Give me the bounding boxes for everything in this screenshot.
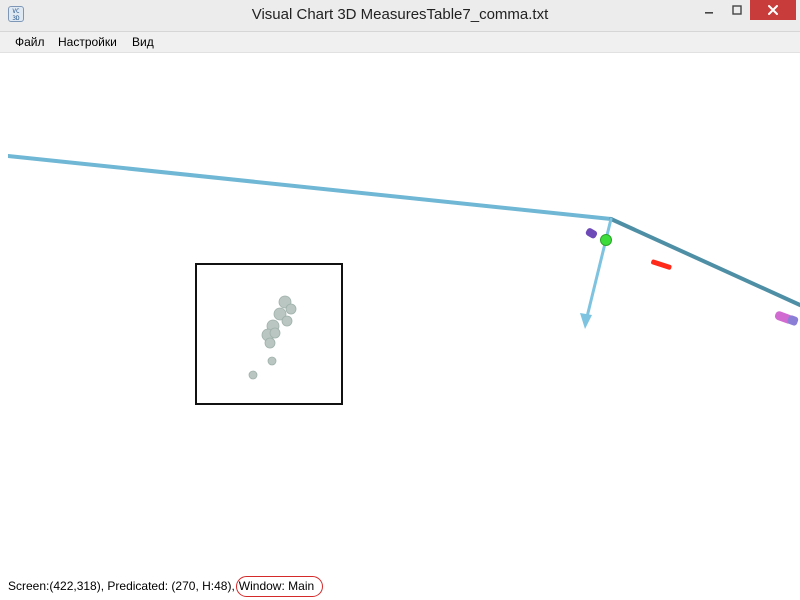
minimize-icon bbox=[705, 12, 713, 14]
status-text: Screen:(422,318), Predicated: (270, H:48… bbox=[8, 576, 324, 597]
status-window-badge: Window: Main bbox=[235, 576, 324, 597]
window-title: Visual Chart 3D MeasuresTable7_comma.txt bbox=[251, 6, 549, 23]
scene-svg bbox=[8, 154, 800, 329]
menu-settings[interactable]: Настройки bbox=[58, 35, 117, 49]
axis-line-x bbox=[8, 154, 613, 221]
main-window: VC 3D Visual Chart 3D MeasuresTable7_comm… bbox=[0, 0, 800, 600]
purple-marker bbox=[585, 228, 598, 239]
green-marker bbox=[600, 234, 612, 246]
title-bar[interactable]: VC 3D Visual Chart 3D MeasuresTable7_comm… bbox=[0, 0, 800, 32]
maximize-button[interactable] bbox=[724, 0, 750, 20]
menu-bar: Файл Настройки Вид bbox=[0, 32, 800, 53]
close-button[interactable] bbox=[750, 0, 796, 20]
status-coordinates: Screen:(422,318), Predicated: (270, H:48… bbox=[8, 579, 235, 593]
chart-3d-viewport[interactable] bbox=[8, 53, 800, 592]
status-bar: Screen:(422,318), Predicated: (270, H:48… bbox=[0, 570, 800, 600]
menu-file[interactable]: Файл bbox=[15, 35, 45, 49]
close-icon bbox=[768, 5, 778, 15]
point-cluster bbox=[248, 295, 297, 380]
maximize-icon bbox=[732, 5, 742, 15]
zoom-preview-box[interactable] bbox=[195, 263, 343, 405]
axis-line-z bbox=[609, 217, 800, 307]
minimize-button[interactable] bbox=[695, 0, 723, 20]
axis-arrow-icon bbox=[580, 313, 592, 329]
menu-view[interactable]: Вид bbox=[132, 35, 154, 49]
red-marker bbox=[651, 259, 672, 270]
